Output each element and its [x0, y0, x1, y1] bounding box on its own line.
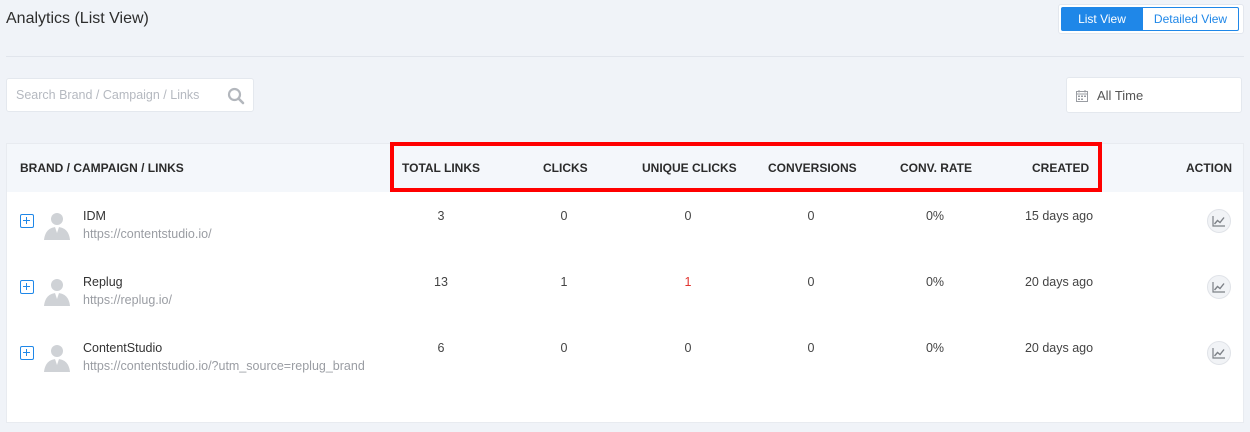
- table-row: Replug https://replug.io/ 13 1 1 0 0% 20…: [7, 258, 1243, 324]
- list-view-button[interactable]: List View: [1061, 7, 1143, 31]
- column-header-conv-rate: CONV. RATE: [900, 161, 973, 175]
- conv-rate-value: 0%: [925, 209, 945, 223]
- created-value: 20 days ago: [1024, 341, 1094, 355]
- total-links-value: 6: [437, 341, 445, 355]
- search-box: [6, 78, 254, 112]
- plus-square-icon[interactable]: [20, 280, 34, 294]
- search-icon[interactable]: [227, 87, 245, 105]
- analytics-table: BRAND / CAMPAIGN / LINKS TOTAL LINKS CLI…: [6, 143, 1244, 423]
- calendar-icon: [1076, 90, 1088, 102]
- column-header-brand: BRAND / CAMPAIGN / LINKS: [20, 161, 184, 175]
- brand-url[interactable]: https://contentstudio.io/?utm_source=rep…: [83, 357, 365, 375]
- column-header-action: ACTION: [1186, 161, 1232, 175]
- date-range-selector[interactable]: All Time: [1066, 77, 1242, 113]
- line-chart-icon: [1212, 282, 1225, 293]
- page-title: Analytics (List View): [6, 10, 149, 27]
- detailed-view-button[interactable]: Detailed View: [1143, 7, 1239, 31]
- search-input[interactable]: [7, 79, 217, 111]
- column-header-created: CREATED: [1032, 161, 1090, 175]
- clicks-value: 1: [560, 275, 568, 289]
- date-range-label: All Time: [1097, 88, 1144, 103]
- column-header-total-links: TOTAL LINKS: [402, 161, 480, 175]
- table-header: BRAND / CAMPAIGN / LINKS TOTAL LINKS CLI…: [7, 144, 1243, 192]
- total-links-value: 3: [437, 209, 445, 223]
- view-toggle: List View Detailed View: [1058, 4, 1244, 34]
- brand-url[interactable]: https://contentstudio.io/: [83, 225, 365, 243]
- plus-square-icon[interactable]: [20, 214, 34, 228]
- column-header-unique-clicks: UNIQUE CLICKS: [642, 161, 737, 175]
- view-stats-button[interactable]: [1207, 341, 1231, 365]
- view-stats-button[interactable]: [1207, 209, 1231, 233]
- brand-name[interactable]: IDM: [83, 209, 106, 223]
- line-chart-icon: [1212, 348, 1225, 359]
- created-value: 20 days ago: [1024, 275, 1094, 289]
- view-stats-button[interactable]: [1207, 275, 1231, 299]
- conversions-value: 0: [807, 275, 815, 289]
- conversions-value: 0: [807, 341, 815, 355]
- unique-clicks-value: 0: [684, 209, 692, 223]
- column-header-clicks: CLICKS: [543, 161, 588, 175]
- conv-rate-value: 0%: [925, 275, 945, 289]
- unique-clicks-value: 0: [684, 341, 692, 355]
- total-links-value: 13: [434, 275, 448, 289]
- conv-rate-value: 0%: [925, 341, 945, 355]
- header-divider: [6, 56, 1244, 57]
- brand-name[interactable]: ContentStudio: [83, 341, 162, 355]
- created-value: 15 days ago: [1024, 209, 1094, 223]
- line-chart-icon: [1212, 216, 1225, 227]
- table-row: ContentStudio https://contentstudio.io/?…: [7, 324, 1243, 414]
- column-header-conversions: CONVERSIONS: [768, 161, 857, 175]
- unique-clicks-value: 1: [684, 275, 692, 289]
- brand-name[interactable]: Replug: [83, 275, 123, 289]
- table-row: IDM https://contentstudio.io/ 3 0 0 0 0%…: [7, 192, 1243, 258]
- brand-url[interactable]: https://replug.io/: [83, 291, 365, 309]
- user-avatar-icon: [44, 213, 70, 240]
- clicks-value: 0: [560, 209, 568, 223]
- user-avatar-icon: [44, 279, 70, 306]
- plus-square-icon[interactable]: [20, 346, 34, 360]
- conversions-value: 0: [807, 209, 815, 223]
- clicks-value: 0: [560, 341, 568, 355]
- user-avatar-icon: [44, 345, 70, 372]
